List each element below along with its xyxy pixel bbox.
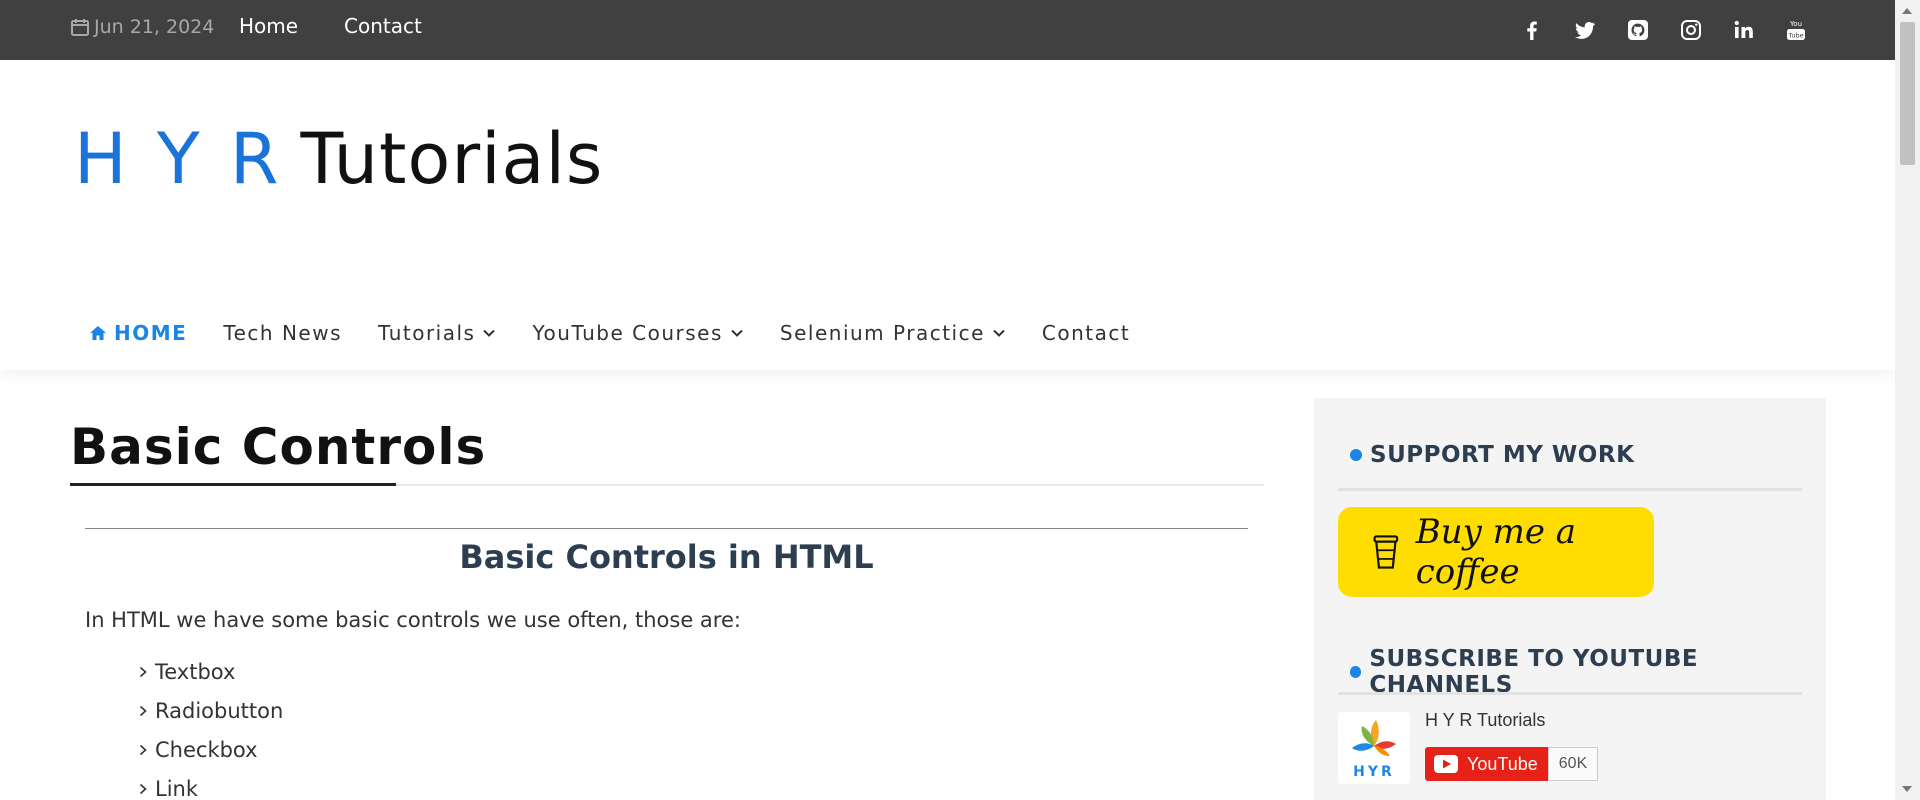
widget-title-subscribe: SUBSCRIBE TO YOUTUBE CHANNELS bbox=[1350, 646, 1826, 698]
bullet-dot-icon bbox=[1350, 449, 1362, 461]
list-item-label: Checkbox bbox=[155, 737, 258, 762]
widget-title-support-text: SUPPORT MY WORK bbox=[1370, 442, 1635, 468]
widget-divider bbox=[1338, 692, 1802, 695]
date-display: Jun 21, 2024 bbox=[70, 16, 214, 38]
hyr-leaf-logo-icon: HYR bbox=[1352, 720, 1396, 780]
scroll-up-arrow-icon[interactable] bbox=[1902, 8, 1912, 14]
top-link-contact[interactable]: Contact bbox=[344, 14, 422, 38]
section-heading: Basic Controls in HTML bbox=[459, 538, 874, 576]
nav-item-contact[interactable]: Contact bbox=[1042, 318, 1130, 348]
nav-item-youtube-courses[interactable]: YouTube Courses bbox=[532, 318, 743, 348]
logo-tutorials: Tutorials bbox=[300, 118, 604, 200]
scroll-down-arrow-icon[interactable] bbox=[1902, 786, 1912, 792]
site-logo[interactable]: H Y R Tutorials bbox=[74, 114, 603, 204]
widget-divider bbox=[1338, 488, 1802, 491]
nav-label-contact: Contact bbox=[1041, 321, 1131, 345]
youtube-play-icon bbox=[1434, 755, 1458, 773]
calendar-icon bbox=[71, 19, 89, 36]
nav-item-tech-news[interactable]: Tech News bbox=[223, 318, 342, 348]
coffee-cup-icon bbox=[1373, 535, 1399, 569]
top-link-home[interactable]: Home bbox=[239, 14, 298, 38]
subscriber-count: 60K bbox=[1548, 747, 1598, 781]
intro-paragraph: In HTML we have some basic controls we u… bbox=[85, 608, 741, 632]
facebook-icon[interactable] bbox=[1520, 18, 1544, 42]
chevron-right-icon bbox=[139, 705, 147, 716]
title-divider-accent bbox=[70, 483, 396, 486]
list-item: Textbox bbox=[137, 652, 283, 691]
chevron-right-icon bbox=[139, 666, 147, 677]
avatar-text: HYR bbox=[1353, 764, 1395, 780]
nav-item-home[interactable]: HOME bbox=[88, 318, 187, 348]
bullet-dot-icon bbox=[1350, 666, 1362, 678]
list-item: Radiobutton bbox=[137, 691, 283, 730]
list-item: Link bbox=[137, 769, 283, 800]
twitter-icon[interactable] bbox=[1573, 18, 1597, 42]
channel-avatar[interactable]: HYR bbox=[1338, 712, 1410, 784]
home-icon bbox=[90, 326, 106, 340]
nav-label-tech-news: Tech News bbox=[223, 321, 343, 345]
page-title: Basic Controls bbox=[70, 418, 487, 476]
list-item: Checkbox bbox=[137, 730, 283, 769]
nav-label-home: HOME bbox=[114, 321, 188, 345]
youtube-subscribe-button[interactable]: YouTube bbox=[1425, 747, 1548, 781]
chevron-down-icon bbox=[731, 329, 743, 337]
chevron-down-icon bbox=[993, 329, 1005, 337]
chevron-right-icon bbox=[139, 783, 147, 794]
list-item-label: Radiobutton bbox=[155, 698, 284, 723]
list-item-label: Textbox bbox=[155, 659, 236, 684]
linkedin-icon[interactable] bbox=[1732, 18, 1756, 42]
nav-label-youtube-courses: YouTube Courses bbox=[532, 321, 723, 345]
vertical-scrollbar[interactable] bbox=[1895, 0, 1920, 800]
nav-item-selenium-practice[interactable]: Selenium Practice bbox=[780, 318, 1006, 348]
section-divider bbox=[85, 528, 1248, 529]
scrollbar-thumb[interactable] bbox=[1900, 22, 1915, 165]
nav-item-tutorials[interactable]: Tutorials bbox=[378, 318, 496, 348]
sidebar: SUPPORT MY WORK Buy me a coffee SUBSCRIB… bbox=[1314, 398, 1826, 800]
main-navigation: HOME Tech News Tutorials YouTube Courses… bbox=[88, 318, 1166, 348]
chevron-down-icon bbox=[483, 329, 496, 337]
youtube-button-label: YouTube bbox=[1467, 753, 1538, 774]
widget-title-support: SUPPORT MY WORK bbox=[1350, 442, 1634, 468]
instagram-icon[interactable] bbox=[1679, 18, 1703, 42]
logo-hyr: H Y R bbox=[74, 118, 283, 200]
github-icon[interactable] bbox=[1626, 18, 1650, 42]
buy-me-a-coffee-button[interactable]: Buy me a coffee bbox=[1338, 507, 1654, 597]
chevron-right-icon bbox=[139, 744, 147, 755]
svg-text:Tube: Tube bbox=[1787, 32, 1803, 40]
channel-name: H Y R Tutorials bbox=[1425, 710, 1546, 730]
youtube-icon[interactable]: You Tube bbox=[1784, 18, 1808, 42]
controls-list: Textbox Radiobutton Checkbox Link bbox=[137, 652, 283, 800]
nav-label-selenium-practice: Selenium Practice bbox=[779, 321, 985, 345]
svg-text:You: You bbox=[1789, 20, 1802, 28]
top-bar: Jun 21, 2024 Home Contact You Tube bbox=[0, 0, 1895, 60]
widget-title-subscribe-text: SUBSCRIBE TO YOUTUBE CHANNELS bbox=[1369, 646, 1699, 698]
nav-label-tutorials: Tutorials bbox=[378, 321, 476, 345]
site-header: H Y R Tutorials HOME Tech News Tutorials… bbox=[0, 60, 1895, 370]
list-item-label: Link bbox=[155, 776, 199, 800]
coffee-button-label: Buy me a coffee bbox=[1415, 512, 1577, 592]
date-text: Jun 21, 2024 bbox=[94, 16, 215, 38]
